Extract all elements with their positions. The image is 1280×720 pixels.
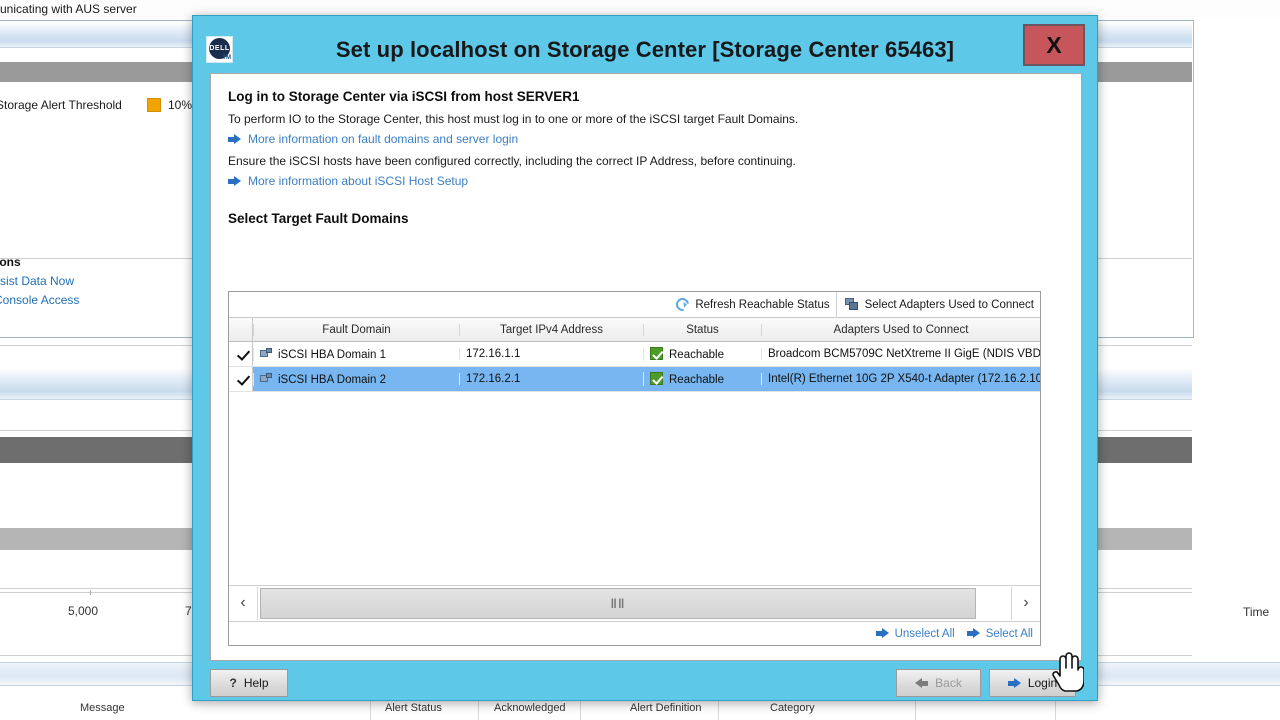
- dialog-title-bar: DELL TM Set up localhost on Storage Cent…: [193, 16, 1097, 68]
- back-button[interactable]: Back: [896, 669, 981, 697]
- bg-column-alert-status: Alert Status: [385, 702, 442, 714]
- header-target-ipv4[interactable]: Target IPv4 Address: [459, 323, 643, 336]
- cell-fault-domain: iSCSI HBA Domain 1: [253, 347, 459, 361]
- status-ok-icon: [650, 372, 663, 385]
- column-separator: [718, 699, 719, 720]
- select-all-label: Select All: [985, 627, 1033, 640]
- arrow-right-icon: [1007, 677, 1021, 689]
- select-adapters-button[interactable]: Select Adapters Used to Connect: [835, 291, 1040, 318]
- cell-adapters: Broadcom BCM5709C NetXtreme II GigE (NDI…: [761, 348, 1040, 360]
- instruction-paragraph-2: Ensure the iSCSI hosts have been configu…: [228, 154, 796, 168]
- action-link-console-access[interactable]: Console Access: [0, 293, 79, 307]
- scroll-left-icon[interactable]: ‹: [229, 586, 258, 620]
- bg-column-alert-definition: Alert Definition: [630, 702, 702, 714]
- cell-fault-domain-label: iSCSI HBA Domain 2: [278, 373, 387, 386]
- setup-storage-center-dialog: DELL TM Set up localhost on Storage Cent…: [192, 15, 1098, 701]
- actions-heading: ions: [0, 255, 21, 269]
- dialog-title: Set up localhost on Storage Center [Stor…: [335, 37, 955, 62]
- table-toolbar: Refresh Reachable Status Select Adapters…: [229, 291, 1040, 318]
- scrollbar-grip-icon: ‖‖: [610, 595, 626, 611]
- adapters-icon: [844, 298, 859, 311]
- question-mark-icon: ?: [229, 676, 237, 690]
- arrow-right-icon: [228, 133, 241, 145]
- link-iscsi-host-setup[interactable]: More information about iSCSI Host Setup: [228, 174, 468, 188]
- header-adapters-used[interactable]: Adapters Used to Connect: [761, 323, 1040, 336]
- axis-label-time: Time: [1243, 605, 1270, 619]
- row-checkbox[interactable]: [229, 342, 253, 366]
- unselect-all-button[interactable]: Unselect All: [875, 627, 955, 640]
- table-body: iSCSI HBA Domain 1 172.16.1.1 Reachable …: [229, 342, 1040, 610]
- refresh-reachable-status-button[interactable]: Refresh Reachable Status: [668, 292, 835, 318]
- help-label: Help: [243, 676, 269, 690]
- cell-ipv4: 172.16.1.1: [459, 348, 643, 360]
- cell-ipv4: 172.16.2.1: [459, 373, 643, 385]
- cell-status-label: Reachable: [669, 349, 724, 361]
- column-separator: [915, 699, 916, 720]
- header-status[interactable]: Status: [643, 323, 761, 336]
- unselect-all-label: Unselect All: [894, 627, 955, 640]
- dialog-button-bar: ? Help Back Login: [210, 666, 1082, 700]
- bg-column-category: Category: [770, 702, 815, 714]
- arrow-right-icon: [966, 628, 980, 639]
- column-separator: [478, 699, 479, 720]
- scrollbar-thumb[interactable]: ‖‖: [260, 587, 976, 619]
- row-checkbox[interactable]: [229, 367, 253, 391]
- section-title-fault-domains: Select Target Fault Domains: [228, 211, 409, 226]
- horizontal-scrollbar[interactable]: ‹ ‖‖ ›: [229, 585, 1040, 620]
- column-separator: [580, 699, 581, 720]
- cell-fault-domain: iSCSI HBA Domain 2: [253, 372, 459, 386]
- arrow-right-icon: [228, 175, 241, 187]
- column-separator: [370, 699, 371, 720]
- select-adapters-label: Select Adapters Used to Connect: [864, 298, 1034, 311]
- table-footer: Unselect All Select All: [229, 621, 1040, 645]
- select-all-button[interactable]: Select All: [966, 627, 1033, 640]
- cell-status: Reachable: [643, 347, 761, 361]
- arrow-left-icon: [915, 677, 929, 689]
- alert-threshold-swatch: [147, 98, 161, 112]
- table-header-row: Fault Domain Target IPv4 Address Status …: [229, 318, 1040, 342]
- arrow-right-icon: [875, 628, 889, 639]
- link-label: More information about iSCSI Host Setup: [248, 174, 469, 188]
- refresh-label: Refresh Reachable Status: [695, 298, 830, 311]
- alert-threshold-label: Storage Alert Threshold: [0, 98, 122, 112]
- scrollbar-track[interactable]: ‖‖: [258, 586, 1011, 620]
- axis-tick-label-2: 7: [185, 604, 192, 618]
- scroll-right-icon[interactable]: ›: [1011, 586, 1040, 620]
- help-button[interactable]: ? Help: [210, 669, 288, 697]
- table-row[interactable]: iSCSI HBA Domain 1 172.16.1.1 Reachable …: [229, 342, 1040, 367]
- bg-column-acknowledged: Acknowledged: [494, 702, 566, 714]
- login-button[interactable]: Login: [989, 669, 1076, 697]
- checkmark-icon: [237, 373, 250, 386]
- header-checkbox-column: [229, 318, 253, 341]
- cell-status-label: Reachable: [669, 374, 724, 386]
- alert-threshold-value: 10%: [168, 98, 193, 112]
- instruction-paragraph-1: To perform IO to the Storage Center, thi…: [228, 112, 799, 126]
- fault-domain-icon: [260, 347, 273, 359]
- link-label: More information on fault domains and se…: [248, 132, 519, 146]
- login-label: Login: [1027, 676, 1058, 690]
- axis-tick-label: 5,000: [68, 604, 99, 618]
- cell-adapters: Intel(R) Ethernet 10G 2P X540-t Adapter …: [761, 373, 1040, 385]
- back-label: Back: [935, 676, 962, 690]
- cell-fault-domain-label: iSCSI HBA Domain 1: [278, 348, 387, 361]
- dialog-content: Log in to Storage Center via iSCSI from …: [210, 73, 1082, 661]
- fault-domain-icon: [260, 372, 273, 384]
- table-row[interactable]: iSCSI HBA Domain 2 172.16.2.1 Reachable …: [229, 367, 1040, 392]
- refresh-icon: [673, 295, 692, 314]
- bg-column-message: Message: [80, 702, 125, 714]
- header-fault-domain[interactable]: Fault Domain: [253, 323, 459, 336]
- status-ok-icon: [650, 347, 663, 360]
- close-icon[interactable]: X: [1023, 24, 1085, 66]
- fault-domains-table: Refresh Reachable Status Select Adapters…: [228, 291, 1041, 646]
- checkmark-icon: [237, 348, 250, 361]
- page-title: Log in to Storage Center via iSCSI from …: [228, 89, 580, 104]
- axis-tick: [90, 590, 91, 595]
- column-separator: [1055, 699, 1056, 720]
- link-fault-domains-info[interactable]: More information on fault domains and se…: [228, 132, 518, 146]
- cell-status: Reachable: [643, 372, 761, 386]
- action-link-assist-data-now[interactable]: ssist Data Now: [0, 274, 74, 288]
